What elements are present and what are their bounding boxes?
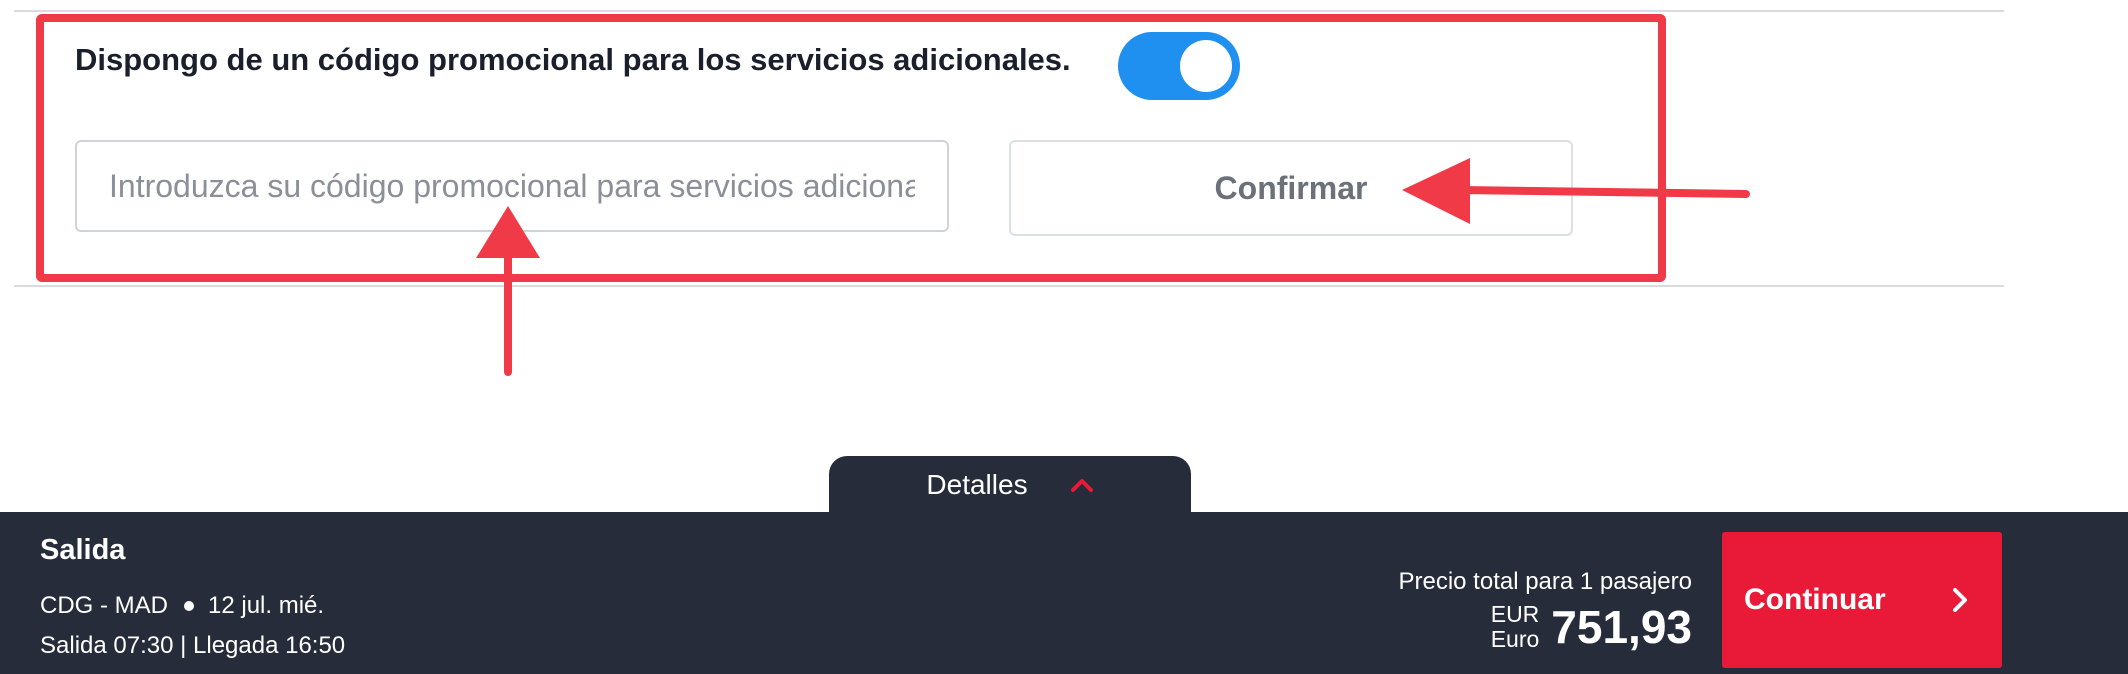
departure-title: Salida <box>40 534 126 566</box>
promo-code-label: Dispongo de un código promocional para l… <box>75 42 1071 77</box>
continue-button-label: Continuar <box>1744 583 1886 616</box>
route-airports: CDG - MAD <box>40 592 168 619</box>
chevron-up-icon <box>1070 479 1093 492</box>
separator-dot <box>184 601 194 611</box>
route-info: CDG - MAD 12 jul. mié. <box>40 592 324 620</box>
flight-times: Salida 07:30 | Llegada 16:50 <box>40 632 346 659</box>
promo-code-input[interactable] <box>75 140 949 232</box>
currency-name: Euro <box>1490 626 1540 652</box>
top-divider <box>14 10 2004 12</box>
flight-date: 12 jul. mié. <box>208 592 325 619</box>
details-tab[interactable]: Detalles <box>829 456 1191 514</box>
price-caption: Precio total para 1 pasajero <box>1398 568 1692 595</box>
price-amount: 751,93 <box>1551 601 1692 653</box>
currency-code: EUR <box>1490 601 1540 627</box>
toggle-knob <box>1180 40 1232 92</box>
booking-summary-bar: Salida CDG - MAD 12 jul. mié. Salida 07:… <box>0 512 2128 674</box>
details-tab-label: Detalles <box>926 469 1028 500</box>
total-price: EUR Euro 751,93 <box>1491 600 1692 654</box>
confirm-button[interactable]: Confirmar <box>1009 140 1573 236</box>
continue-button[interactable]: Continuar <box>1722 532 2002 668</box>
promo-code-toggle[interactable] <box>1118 32 1240 100</box>
chevron-right-icon <box>1953 588 1967 612</box>
bottom-divider <box>14 285 2004 287</box>
currency-label: EUR Euro <box>1491 602 1540 652</box>
